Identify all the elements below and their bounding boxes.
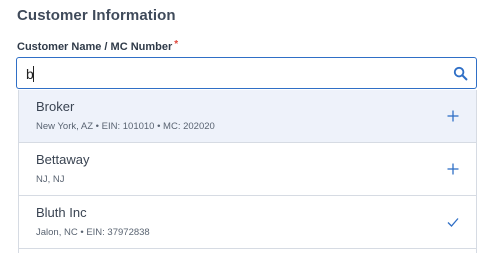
text-cursor [33,66,34,82]
customer-information-section: Customer Information Customer Name / MC … [0,0,483,253]
option-name: Bluth Inc [36,205,87,220]
option-details: Jalon, NC • EIN: 37972838 [36,227,150,238]
list-item[interactable]: Bettaway NJ, NJ [19,143,476,196]
customer-search-input[interactable] [26,64,446,84]
search-icon[interactable] [453,66,468,81]
list-item[interactable]: Broker New York, AZ • EIN: 101010 • MC: … [19,90,476,143]
list-item[interactable]: Bluth Inc Jalon, NC • EIN: 37972838 [19,196,476,249]
plus-icon[interactable] [446,162,460,176]
option-details: New York, AZ • EIN: 101010 • MC: 202020 [36,121,215,132]
plus-icon[interactable] [446,109,460,123]
section-title: Customer Information [17,7,176,24]
customer-name-label-text: Customer Name / MC Number [17,41,173,53]
customer-name-label: Customer Name / MC Number * [17,39,179,53]
customer-suggestions-list: Broker New York, AZ • EIN: 101010 • MC: … [18,90,477,253]
check-icon[interactable] [446,215,460,229]
option-name: Bettaway [36,152,90,167]
option-name: Broker [36,99,75,114]
required-mark: * [174,39,179,50]
option-details: NJ, NJ [36,174,65,185]
customer-search-box[interactable] [16,57,477,89]
